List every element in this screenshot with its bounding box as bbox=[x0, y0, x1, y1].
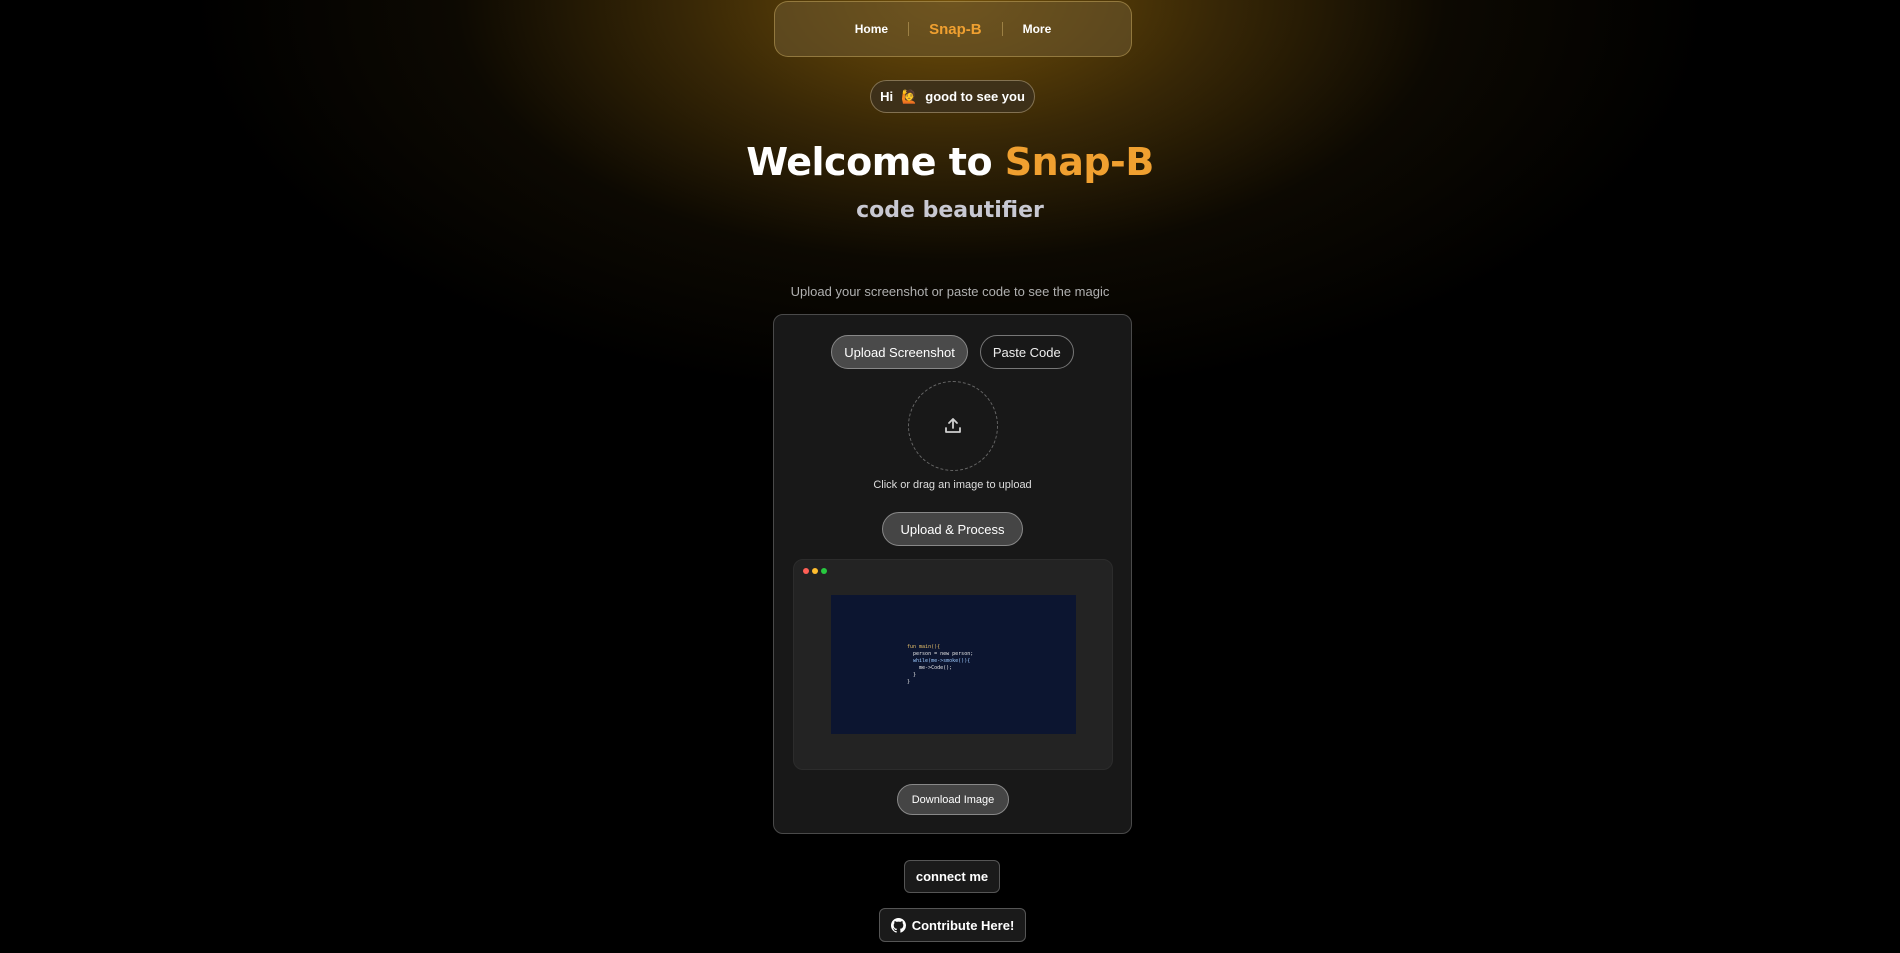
contribute-label: Contribute Here! bbox=[911, 917, 1015, 933]
tab-upload-screenshot[interactable]: Upload Screenshot bbox=[831, 335, 968, 369]
dropzone-hint: Click or drag an image to upload bbox=[873, 479, 1032, 491]
nav-home-link[interactable]: Home bbox=[835, 22, 908, 36]
upload-process-button[interactable]: Upload & Process bbox=[882, 512, 1023, 546]
instructions-text: Upload your screenshot or paste code to … bbox=[790, 284, 1110, 299]
minimize-dot-icon bbox=[812, 568, 818, 574]
greeting-text: good to see you bbox=[925, 89, 1025, 104]
code-line: while(me->smoke()){ bbox=[907, 658, 971, 664]
upload-dropzone[interactable] bbox=[908, 381, 998, 471]
code-line: } bbox=[907, 672, 917, 678]
contribute-button[interactable]: Contribute Here! bbox=[879, 908, 1026, 942]
connect-me-button[interactable]: connect me bbox=[904, 860, 1000, 893]
top-nav: Home Snap-B More bbox=[774, 1, 1132, 57]
page-title: Welcome to Snap-B bbox=[0, 140, 1900, 184]
page-subtitle: code beautifier bbox=[856, 198, 1044, 223]
title-prefix: Welcome to bbox=[746, 140, 993, 184]
upload-card: Upload Screenshot Paste Code Click or dr… bbox=[773, 314, 1132, 834]
tab-paste-code[interactable]: Paste Code bbox=[979, 335, 1074, 369]
nav-more-link[interactable]: More bbox=[1003, 22, 1072, 36]
greeting-hi: Hi bbox=[880, 89, 894, 104]
code-line: person = new person; bbox=[907, 651, 974, 657]
maximize-dot-icon bbox=[821, 568, 827, 574]
code-line: } bbox=[907, 679, 911, 685]
close-dot-icon bbox=[803, 568, 809, 574]
preview-window: fun main(){ person = new person; while(m… bbox=[793, 559, 1113, 770]
greeting-badge: Hi 🙋 good to see you bbox=[870, 80, 1035, 113]
code-preview-image: fun main(){ person = new person; while(m… bbox=[831, 595, 1076, 734]
code-line: me->Code(); bbox=[907, 665, 953, 671]
github-icon bbox=[890, 917, 906, 933]
title-brand: Snap-B bbox=[1004, 140, 1155, 184]
nav-brand-link[interactable]: Snap-B bbox=[909, 21, 1002, 38]
download-image-button[interactable]: Download Image bbox=[897, 784, 1009, 815]
upload-icon bbox=[945, 418, 961, 433]
window-controls bbox=[803, 568, 827, 574]
code-line: fun main(){ bbox=[907, 644, 941, 650]
mode-tabs: Upload Screenshot Paste Code bbox=[774, 335, 1131, 369]
wave-icon: 🙋 bbox=[901, 88, 918, 104]
